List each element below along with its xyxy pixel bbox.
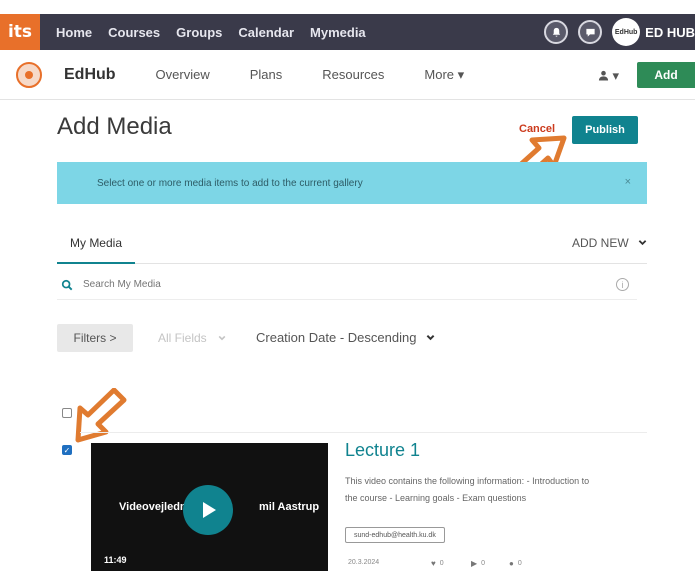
add-new-label: ADD NEW [571,236,629,250]
play-button-icon[interactable] [183,485,233,535]
filters-button[interactable]: Filters > [57,324,133,352]
tab-my-media[interactable]: My Media [57,232,135,264]
course-title[interactable]: EdHub [64,66,116,84]
media-tab-row: My Media ADD NEW [57,222,647,264]
nav-courses[interactable]: Courses [108,25,160,40]
media-title[interactable]: Lecture 1 [345,440,420,461]
tab-overview[interactable]: Overview [156,67,210,82]
search-icon [61,279,73,290]
add-new-dropdown[interactable]: ADD NEW [572,236,647,250]
search-input[interactable] [83,279,483,290]
messages-chat-icon[interactable] [578,20,603,44]
play-count-icon: ▶ [471,559,478,568]
comment-icon: ● [509,559,514,568]
media-description: This video contains the following inform… [345,476,590,503]
thumbnail-title-right: mil Aastrup [259,501,320,513]
nav-home[interactable]: Home [56,25,92,40]
top-navbar: its Home Courses Groups Calendar Mymedia… [0,0,695,50]
owner-tag[interactable]: sund-edhub@health.ku.dk [345,527,445,543]
thumbnail-title: Videovejledn mil Aastrup [119,501,319,513]
page-title: Add Media [57,113,172,140]
user-name[interactable]: ED HUB [645,25,695,40]
nav-groups[interactable]: Groups [176,25,222,40]
user-avatar[interactable]: EdHub [612,18,641,46]
nav-calendar[interactable]: Calendar [238,25,294,40]
user-menu-dropdown[interactable]: ▾ [598,68,619,84]
comments-count: ● 0 [509,559,522,568]
course-navbar: EdHub Overview Plans Resources More ▾ ▾ … [0,50,695,100]
chevron-down-icon [218,335,226,341]
nav-mymedia[interactable]: Mymedia [310,25,366,40]
media-date: 20.3.2024 [348,559,380,566]
all-fields-dropdown[interactable]: All Fields [158,331,226,345]
alert-close-icon[interactable]: × [625,176,631,188]
its-logo[interactable]: its [0,14,40,50]
notifications-bell-icon[interactable] [544,20,569,44]
thumbnail-title-left: Videovejledn [119,501,187,513]
likes-count: ♥ 0 [431,559,444,568]
media-item-checkbox[interactable]: ✓ [62,445,72,455]
all-fields-label: All Fields [158,331,207,345]
sort-label: Creation Date - Descending [256,330,417,345]
tab-more[interactable]: More ▾ [424,67,464,83]
arrow-to-checkbox-icon [75,388,127,443]
tab-resources[interactable]: Resources [322,67,384,82]
info-alert: Select one or more media items to add to… [57,162,647,204]
search-bar: i [57,270,637,300]
course-logo-icon [16,61,42,88]
heart-icon: ♥ [431,559,436,568]
video-duration: 11:49 [104,555,127,565]
user-menu-caret: ▾ [612,68,619,83]
person-icon [598,70,608,81]
publish-button[interactable]: Publish [572,116,638,144]
alert-text: Select one or more media items to add to… [97,177,363,189]
top-right-controls: EdHub ED HUB [534,14,695,50]
plays-count: ▶ 0 [471,559,486,568]
list-divider [80,432,647,433]
sort-dropdown[interactable]: Creation Date - Descending [256,330,435,345]
chevron-down-icon [426,334,435,341]
tab-plans[interactable]: Plans [250,67,283,82]
chevron-down-icon [638,240,647,246]
add-button[interactable]: Add [637,62,695,88]
info-icon[interactable]: i [616,278,629,291]
media-thumbnail[interactable]: Videovejledn mil Aastrup 11:49 [91,443,328,571]
